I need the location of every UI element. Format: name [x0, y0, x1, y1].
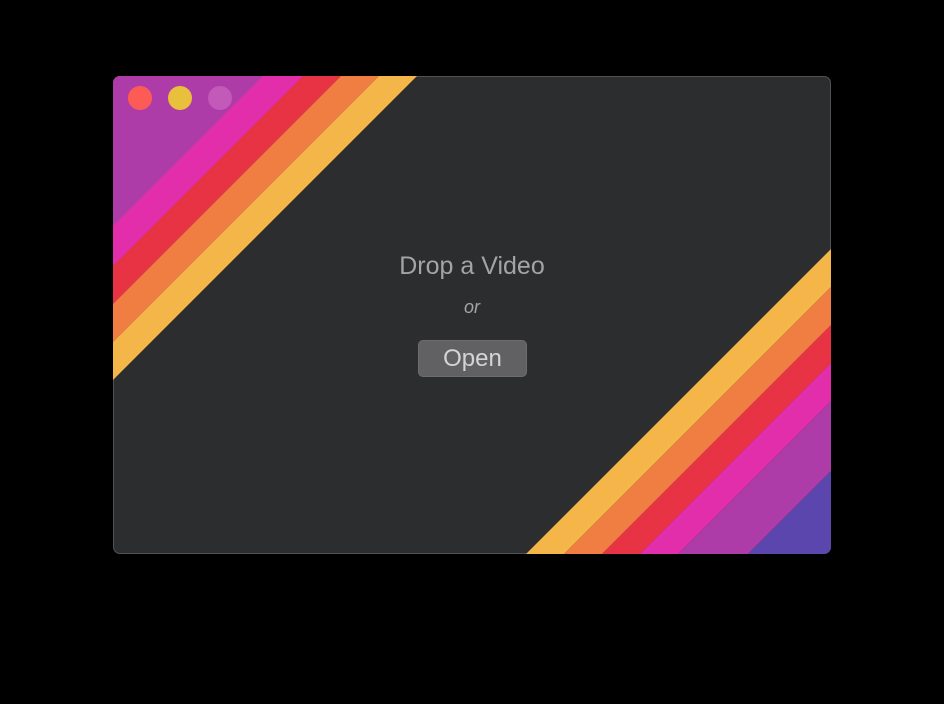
- or-separator: or: [463, 297, 480, 317]
- drop-zone[interactable]: Drop a Video or Open: [113, 76, 831, 554]
- window-controls: [128, 86, 232, 110]
- drop-video-heading: Drop a Video: [399, 252, 545, 280]
- app-window[interactable]: Drop a Video or Open: [113, 76, 831, 554]
- zoom-window-button[interactable]: [208, 86, 232, 110]
- close-window-button[interactable]: [128, 86, 152, 110]
- open-button[interactable]: Open: [418, 340, 527, 377]
- minimize-window-button[interactable]: [168, 86, 192, 110]
